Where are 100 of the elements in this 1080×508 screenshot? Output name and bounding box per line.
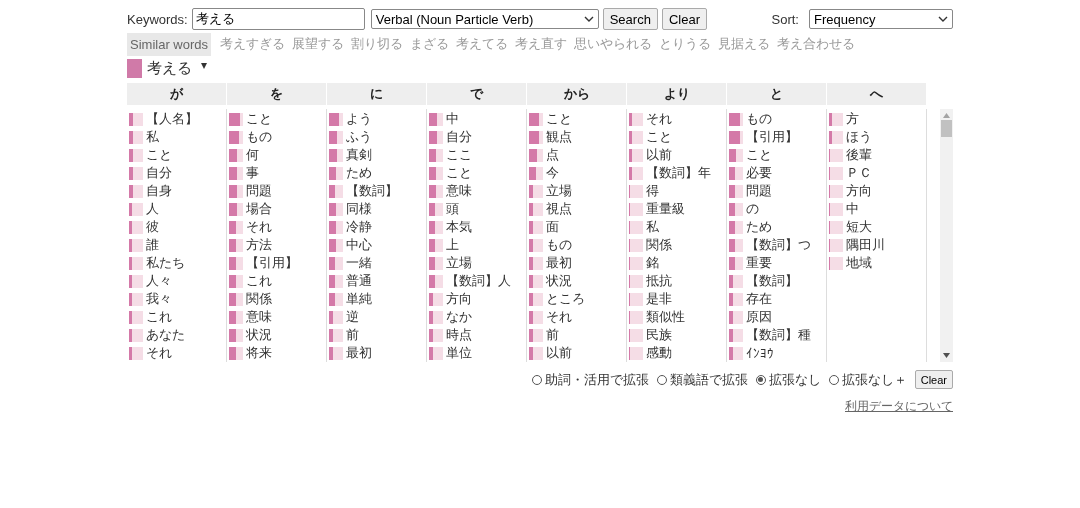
collocate-word[interactable]: ここ <box>446 146 472 164</box>
collocate-word[interactable]: 私たち <box>146 254 185 272</box>
collocate-word[interactable]: 【数詞】 <box>346 182 398 200</box>
collocate-word[interactable]: 頭 <box>446 200 459 218</box>
mode-select[interactable]: Verbal (Noun Particle Verb) <box>370 9 599 29</box>
collocate-word[interactable]: 【引用】 <box>246 254 298 272</box>
collocate-word[interactable]: それ <box>246 218 272 236</box>
collocate-word[interactable]: 事 <box>246 164 259 182</box>
collocate-word[interactable]: 最初 <box>346 344 372 362</box>
collocate-word[interactable]: 関係 <box>646 236 672 254</box>
collocate-word[interactable]: ｲﾝﾖｳ <box>746 345 774 361</box>
collocate-word[interactable]: こと <box>746 146 772 164</box>
collocate-word[interactable]: 自分 <box>446 128 472 146</box>
data-info-link[interactable]: 利用データについて <box>845 398 953 415</box>
collocate-word[interactable]: 【数詞】種 <box>746 326 811 344</box>
collocate-word[interactable]: 以前 <box>546 344 572 362</box>
collocate-word[interactable]: 真剣 <box>346 146 372 164</box>
collocate-word[interactable]: 何 <box>246 146 259 164</box>
collocate-word[interactable]: ため <box>746 218 772 236</box>
collocate-word[interactable]: 隅田川 <box>846 236 885 254</box>
collocate-word[interactable]: 存在 <box>746 290 772 308</box>
keyword-input[interactable]: 考える <box>191 8 365 30</box>
collocate-word[interactable]: これ <box>146 308 172 326</box>
collocate-word[interactable]: 【数詞】つ <box>746 236 811 254</box>
collocate-word[interactable]: 今 <box>546 164 559 182</box>
collocate-word[interactable]: こと <box>246 110 272 128</box>
collocate-word[interactable]: もの <box>746 110 772 128</box>
collocate-word[interactable]: 問題 <box>746 182 772 200</box>
collocate-word[interactable]: 前 <box>546 326 559 344</box>
collocate-word[interactable]: 地域 <box>846 254 872 272</box>
collocate-word[interactable]: 将来 <box>246 344 272 362</box>
collocate-word[interactable]: 人 <box>146 200 159 218</box>
collocate-word[interactable]: 方向 <box>446 290 472 308</box>
search-button[interactable]: Search <box>602 8 658 30</box>
collocate-word[interactable]: ＰＣ <box>846 164 872 182</box>
collocate-word[interactable]: 【数詞】年 <box>646 164 711 182</box>
collocate-word[interactable]: 銘 <box>646 254 659 272</box>
collocate-word[interactable]: 自分 <box>146 164 172 182</box>
collocate-word[interactable]: ところ <box>546 290 585 308</box>
collocate-word[interactable]: 自身 <box>146 182 172 200</box>
collocate-word[interactable]: 観点 <box>546 128 572 146</box>
collocate-word[interactable]: 方法 <box>246 236 272 254</box>
radio-button[interactable] <box>828 374 839 385</box>
collocate-word[interactable]: 人々 <box>146 272 172 290</box>
collocate-word[interactable]: 短大 <box>846 218 872 236</box>
collocate-word[interactable]: こと <box>446 164 472 182</box>
collocate-word[interactable]: 単純 <box>346 290 372 308</box>
collocate-word[interactable]: 冷静 <box>346 218 372 236</box>
collocate-word[interactable]: 上 <box>446 236 459 254</box>
collocate-word[interactable]: 単位 <box>446 344 472 362</box>
collocate-word[interactable]: ため <box>346 164 372 182</box>
collocate-word[interactable]: 本気 <box>446 218 472 236</box>
scroll-down-icon[interactable] <box>943 353 950 358</box>
collocate-word[interactable]: 必要 <box>746 164 772 182</box>
expansion-option[interactable]: 助詞・活用で拡張 <box>531 370 649 389</box>
collocate-word[interactable]: 方向 <box>846 182 872 200</box>
collocate-word[interactable]: それ <box>646 110 672 128</box>
collocate-word[interactable]: 意味 <box>246 308 272 326</box>
collocate-word[interactable]: なか <box>446 308 472 326</box>
collocate-word[interactable]: 中 <box>446 110 459 128</box>
collocate-word[interactable]: 時点 <box>446 326 472 344</box>
collocate-word[interactable]: もの <box>546 236 572 254</box>
collocate-word[interactable]: ふう <box>346 128 372 146</box>
collocate-word[interactable]: 類似性 <box>646 308 685 326</box>
collocate-word[interactable]: 一緒 <box>346 254 372 272</box>
clear-button[interactable]: Clear <box>661 8 707 30</box>
collocate-word[interactable]: 誰 <box>146 236 159 254</box>
collocate-word[interactable]: あなた <box>146 326 185 344</box>
collocate-word[interactable]: 【数詞】 <box>746 272 798 290</box>
collocate-word[interactable]: 逆 <box>346 308 359 326</box>
collocate-word[interactable]: 【人名】 <box>146 110 198 128</box>
collocate-word[interactable]: 民族 <box>646 326 672 344</box>
collocate-word[interactable]: 面 <box>546 218 559 236</box>
collocate-word[interactable]: 私 <box>146 128 159 146</box>
collocate-word[interactable]: 中心 <box>346 236 372 254</box>
collocate-word[interactable]: 是非 <box>646 290 672 308</box>
collocate-word[interactable]: 意味 <box>446 182 472 200</box>
radio-button[interactable] <box>531 374 542 385</box>
collocate-word[interactable]: 【数詞】人 <box>446 272 511 290</box>
collocate-word[interactable]: 同様 <box>346 200 372 218</box>
collocate-word[interactable]: 抵抗 <box>646 272 672 290</box>
collocate-word[interactable]: 問題 <box>246 182 272 200</box>
collocate-word[interactable]: これ <box>246 272 272 290</box>
dropdown-caret[interactable]: ▾ <box>201 58 208 72</box>
radio-button[interactable] <box>656 374 667 385</box>
collocate-word[interactable]: 前 <box>346 326 359 344</box>
collocate-word[interactable]: こと <box>546 110 572 128</box>
radio-button[interactable] <box>755 374 766 385</box>
collocate-word[interactable]: 我々 <box>146 290 172 308</box>
expansion-option[interactable]: 拡張なし＋ <box>828 370 907 389</box>
scrollbar[interactable] <box>940 109 953 362</box>
sort-select[interactable]: Frequency <box>809 9 953 29</box>
collocate-word[interactable]: それ <box>546 308 572 326</box>
collocate-word[interactable]: 中 <box>846 200 859 218</box>
collocate-word[interactable]: の <box>746 200 759 218</box>
collocate-word[interactable]: それ <box>146 344 172 362</box>
collocate-word[interactable]: 感動 <box>646 344 672 362</box>
expansion-option[interactable]: 類義語で拡張 <box>656 370 748 389</box>
collocate-word[interactable]: 点 <box>546 146 559 164</box>
collocate-word[interactable]: よう <box>346 110 372 128</box>
